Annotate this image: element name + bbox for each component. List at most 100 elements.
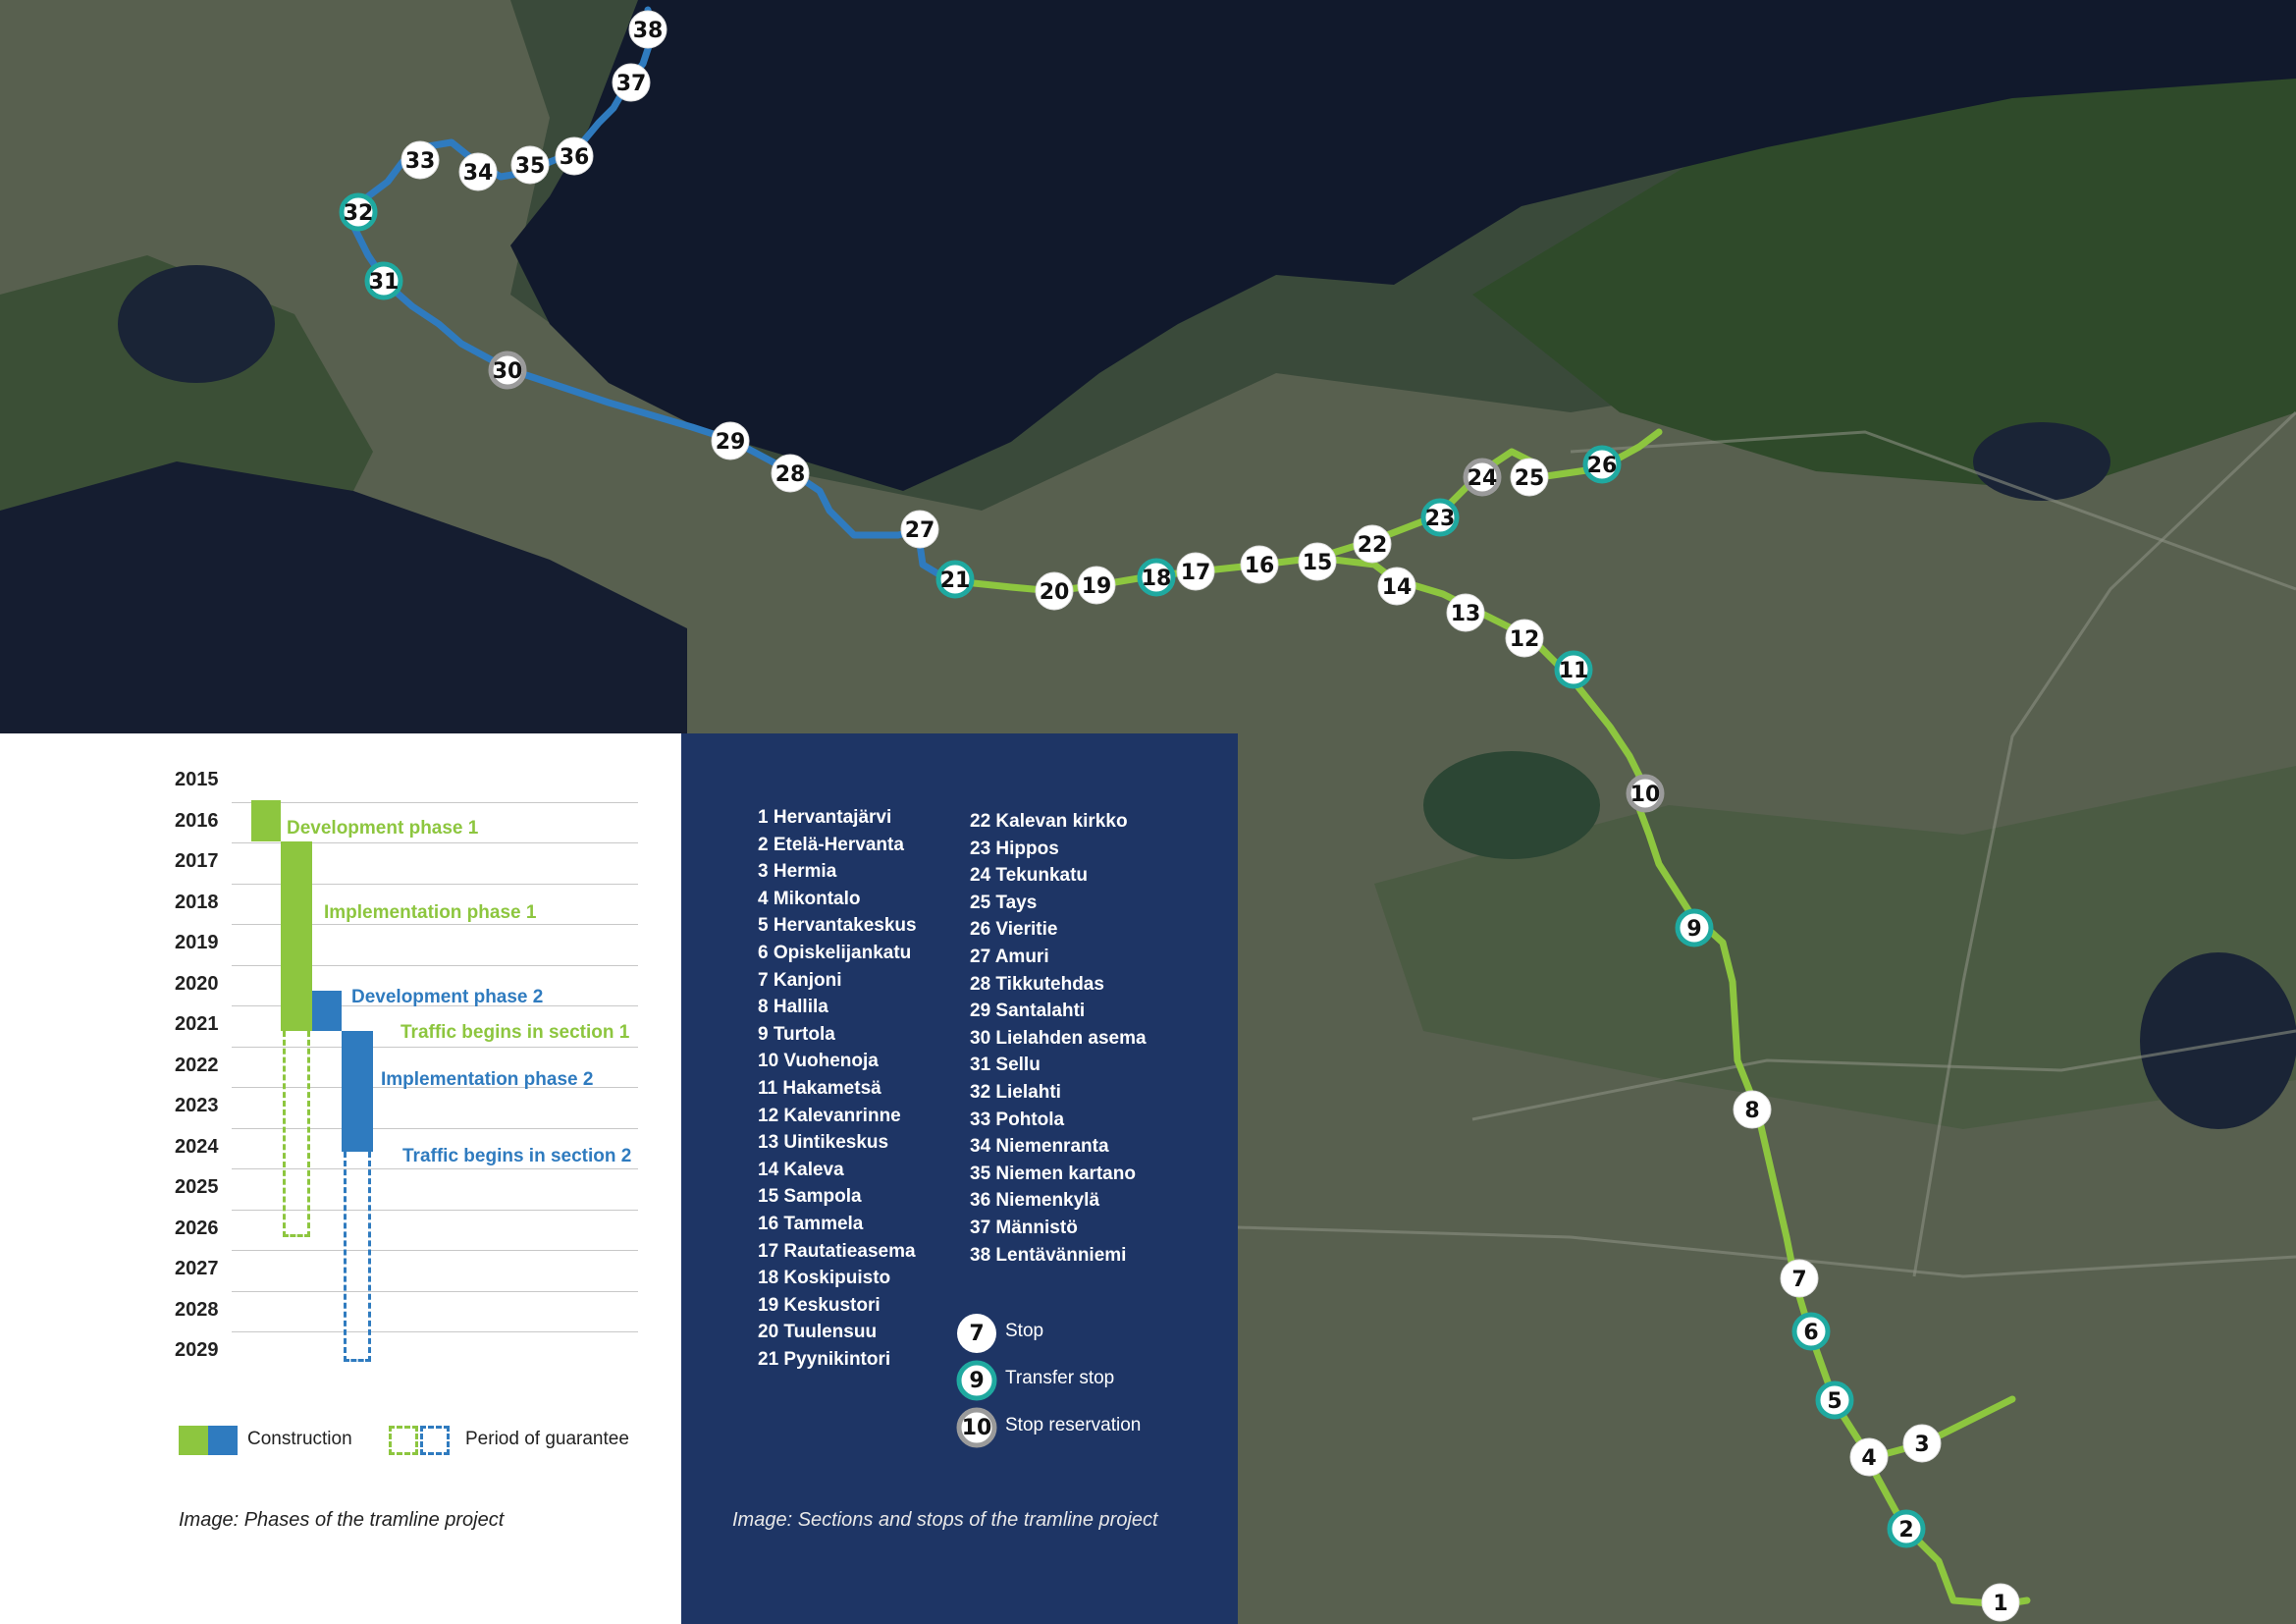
stop-list-item: 8 Hallila [758, 997, 828, 1018]
year-label: 2021 [175, 1013, 219, 1035]
stop-list-column-2: 22 Kalevan kirkko 23 Hippos 24 Tekunkatu 25… [970, 808, 1147, 1269]
year-gridline [232, 1250, 638, 1251]
stop-list-item: 5 Hervantakeskus [758, 915, 917, 937]
year-label: 2024 [175, 1135, 219, 1158]
stop-list-item: 14 Kaleva [758, 1159, 844, 1180]
year-label: 2015 [175, 769, 219, 790]
stops-panel: 1 Hervantajärvi 2 Etelä-Hervanta 3 Hermia 4… [681, 733, 1238, 1624]
stop-marker-number: 7 [1791, 1268, 1806, 1292]
stop-marker-number: 37 [616, 72, 647, 96]
stop-marker-number: 21 [940, 568, 971, 593]
stop-marker-number: 3 [1914, 1433, 1929, 1457]
stop-marker-35: 35 [510, 145, 550, 185]
stop-marker-number: 30 [493, 359, 523, 384]
stop-marker-number: 11 [1559, 659, 1589, 683]
stop-marker-number: 4 [1861, 1446, 1876, 1471]
stop-marker-number: 18 [1142, 567, 1172, 591]
stop-marker-16: 16 [1240, 545, 1279, 584]
stop-marker-number: 16 [1245, 554, 1275, 578]
stop-marker-9: 9 [1675, 908, 1714, 947]
stop-list-item: 11 Hakametsä [758, 1077, 881, 1099]
stop-list-item: 37 Männistö [970, 1217, 1078, 1238]
stop-marker-30: 30 [488, 351, 527, 390]
stop-marker-38: 38 [628, 10, 667, 49]
bar-implementation-phase-1 [281, 841, 312, 1031]
legend-construction-label: Construction [247, 1429, 352, 1449]
stop-marker-27: 27 [900, 510, 939, 549]
stop-list-item: 21 Pyynikintori [758, 1348, 891, 1370]
lake [1423, 751, 1600, 859]
stop-marker-icon: 7 [957, 1314, 996, 1353]
stop-marker-number: 22 [1358, 533, 1388, 558]
stop-marker-number: 6 [1803, 1321, 1818, 1345]
stop-marker-number: 38 [633, 19, 664, 43]
stop-marker-23: 23 [1420, 498, 1460, 537]
stop-list-item: 12 Kalevanrinne [758, 1105, 901, 1126]
stop-marker-33: 33 [400, 140, 440, 180]
stop-marker-number: 10 [1630, 783, 1661, 807]
stop-list-item: 26 Vieritie [970, 919, 1058, 941]
year-label: 2025 [175, 1176, 219, 1198]
stop-marker-number: 1 [1993, 1592, 2007, 1616]
stop-marker-37: 37 [612, 63, 651, 102]
stop-list-item: 31 Sellu [970, 1055, 1041, 1076]
year-label: 2028 [175, 1298, 219, 1321]
stop-list-item: 15 Sampola [758, 1186, 862, 1208]
stop-marker-number: 34 [463, 161, 494, 186]
transfer-stop-marker-icon: 9 [956, 1360, 997, 1401]
year-gridline [232, 801, 638, 803]
stop-marker-number: 35 [515, 154, 546, 179]
stop-list-item: 35 Niemen kartano [970, 1163, 1136, 1184]
stop-marker-1: 1 [1981, 1583, 2020, 1622]
year-label: 2018 [175, 891, 219, 913]
stop-marker-8: 8 [1733, 1090, 1772, 1129]
stop-marker-number: 36 [560, 145, 590, 170]
stop-marker-13: 13 [1446, 593, 1485, 632]
bar-implementation-phase-2 [342, 1031, 373, 1152]
stop-marker-number: 20 [1040, 580, 1070, 605]
year-label: 2016 [175, 809, 219, 832]
svg-text:9: 9 [969, 1369, 984, 1393]
stop-list-item: 29 Santalahti [970, 1001, 1086, 1022]
stop-marker-number: 28 [775, 462, 806, 487]
stop-list-item: 10 Vuohenoja [758, 1051, 879, 1072]
stop-marker-number: 8 [1744, 1099, 1759, 1123]
stop-marker-24: 24 [1463, 458, 1502, 497]
stop-marker-number: 26 [1587, 454, 1618, 478]
stop-marker-number: 19 [1082, 574, 1112, 599]
legend-guarantee-swatch [389, 1426, 452, 1455]
stop-marker-number: 13 [1451, 602, 1481, 626]
timeline-panel: 2015 2016 2017 2018 2019 2020 2021 2022 2023 2024… [0, 733, 681, 1624]
bar-guarantee-section-2 [344, 1152, 371, 1362]
stop-marker-number: 9 [1686, 917, 1701, 942]
stop-marker-number: 27 [905, 518, 935, 543]
stop-marker-19: 19 [1077, 566, 1116, 605]
stop-list-item: 16 Tammela [758, 1213, 864, 1234]
stop-marker-11: 11 [1554, 650, 1593, 689]
label-implementation-phase-1: Implementation phase 1 [324, 902, 537, 923]
lake [2140, 952, 2296, 1129]
stop-marker-4: 4 [1849, 1437, 1889, 1477]
stop-list-item: 4 Mikontalo [758, 888, 861, 909]
stop-list-column-1: 1 Hervantajärvi 2 Etelä-Hervanta 3 Hermia 4… [758, 804, 917, 1373]
stop-marker-32: 32 [339, 192, 378, 232]
stop-list-item: 19 Keskustori [758, 1294, 881, 1316]
legend-stop-label: Stop [1005, 1321, 1044, 1341]
legend-guarantee-label: Period of guarantee [465, 1429, 629, 1449]
stop-list-item: 7 Kanjoni [758, 969, 842, 991]
year-label: 2023 [175, 1095, 219, 1116]
stop-list-item: 9 Turtola [758, 1023, 835, 1045]
stop-marker-number: 33 [405, 149, 436, 174]
stop-list-item: 32 Lielahti [970, 1081, 1061, 1103]
stop-list-item: 30 Lielahden asema [970, 1027, 1147, 1049]
legend-stop-reservation-label: Stop reservation [1005, 1415, 1142, 1435]
bar-development-phase-1 [251, 800, 281, 841]
legend-transfer-stop-label: Transfer stop [1005, 1368, 1115, 1388]
label-traffic-begins-section-2: Traffic begins in section 2 [402, 1146, 632, 1166]
year-gridline [232, 1290, 638, 1292]
lake [118, 265, 275, 383]
stop-list-item: 27 Amuri [970, 946, 1049, 967]
stop-marker-17: 17 [1176, 552, 1215, 591]
stop-list-item: 25 Tays [970, 892, 1038, 913]
stop-list-item: 22 Kalevan kirkko [970, 811, 1128, 832]
